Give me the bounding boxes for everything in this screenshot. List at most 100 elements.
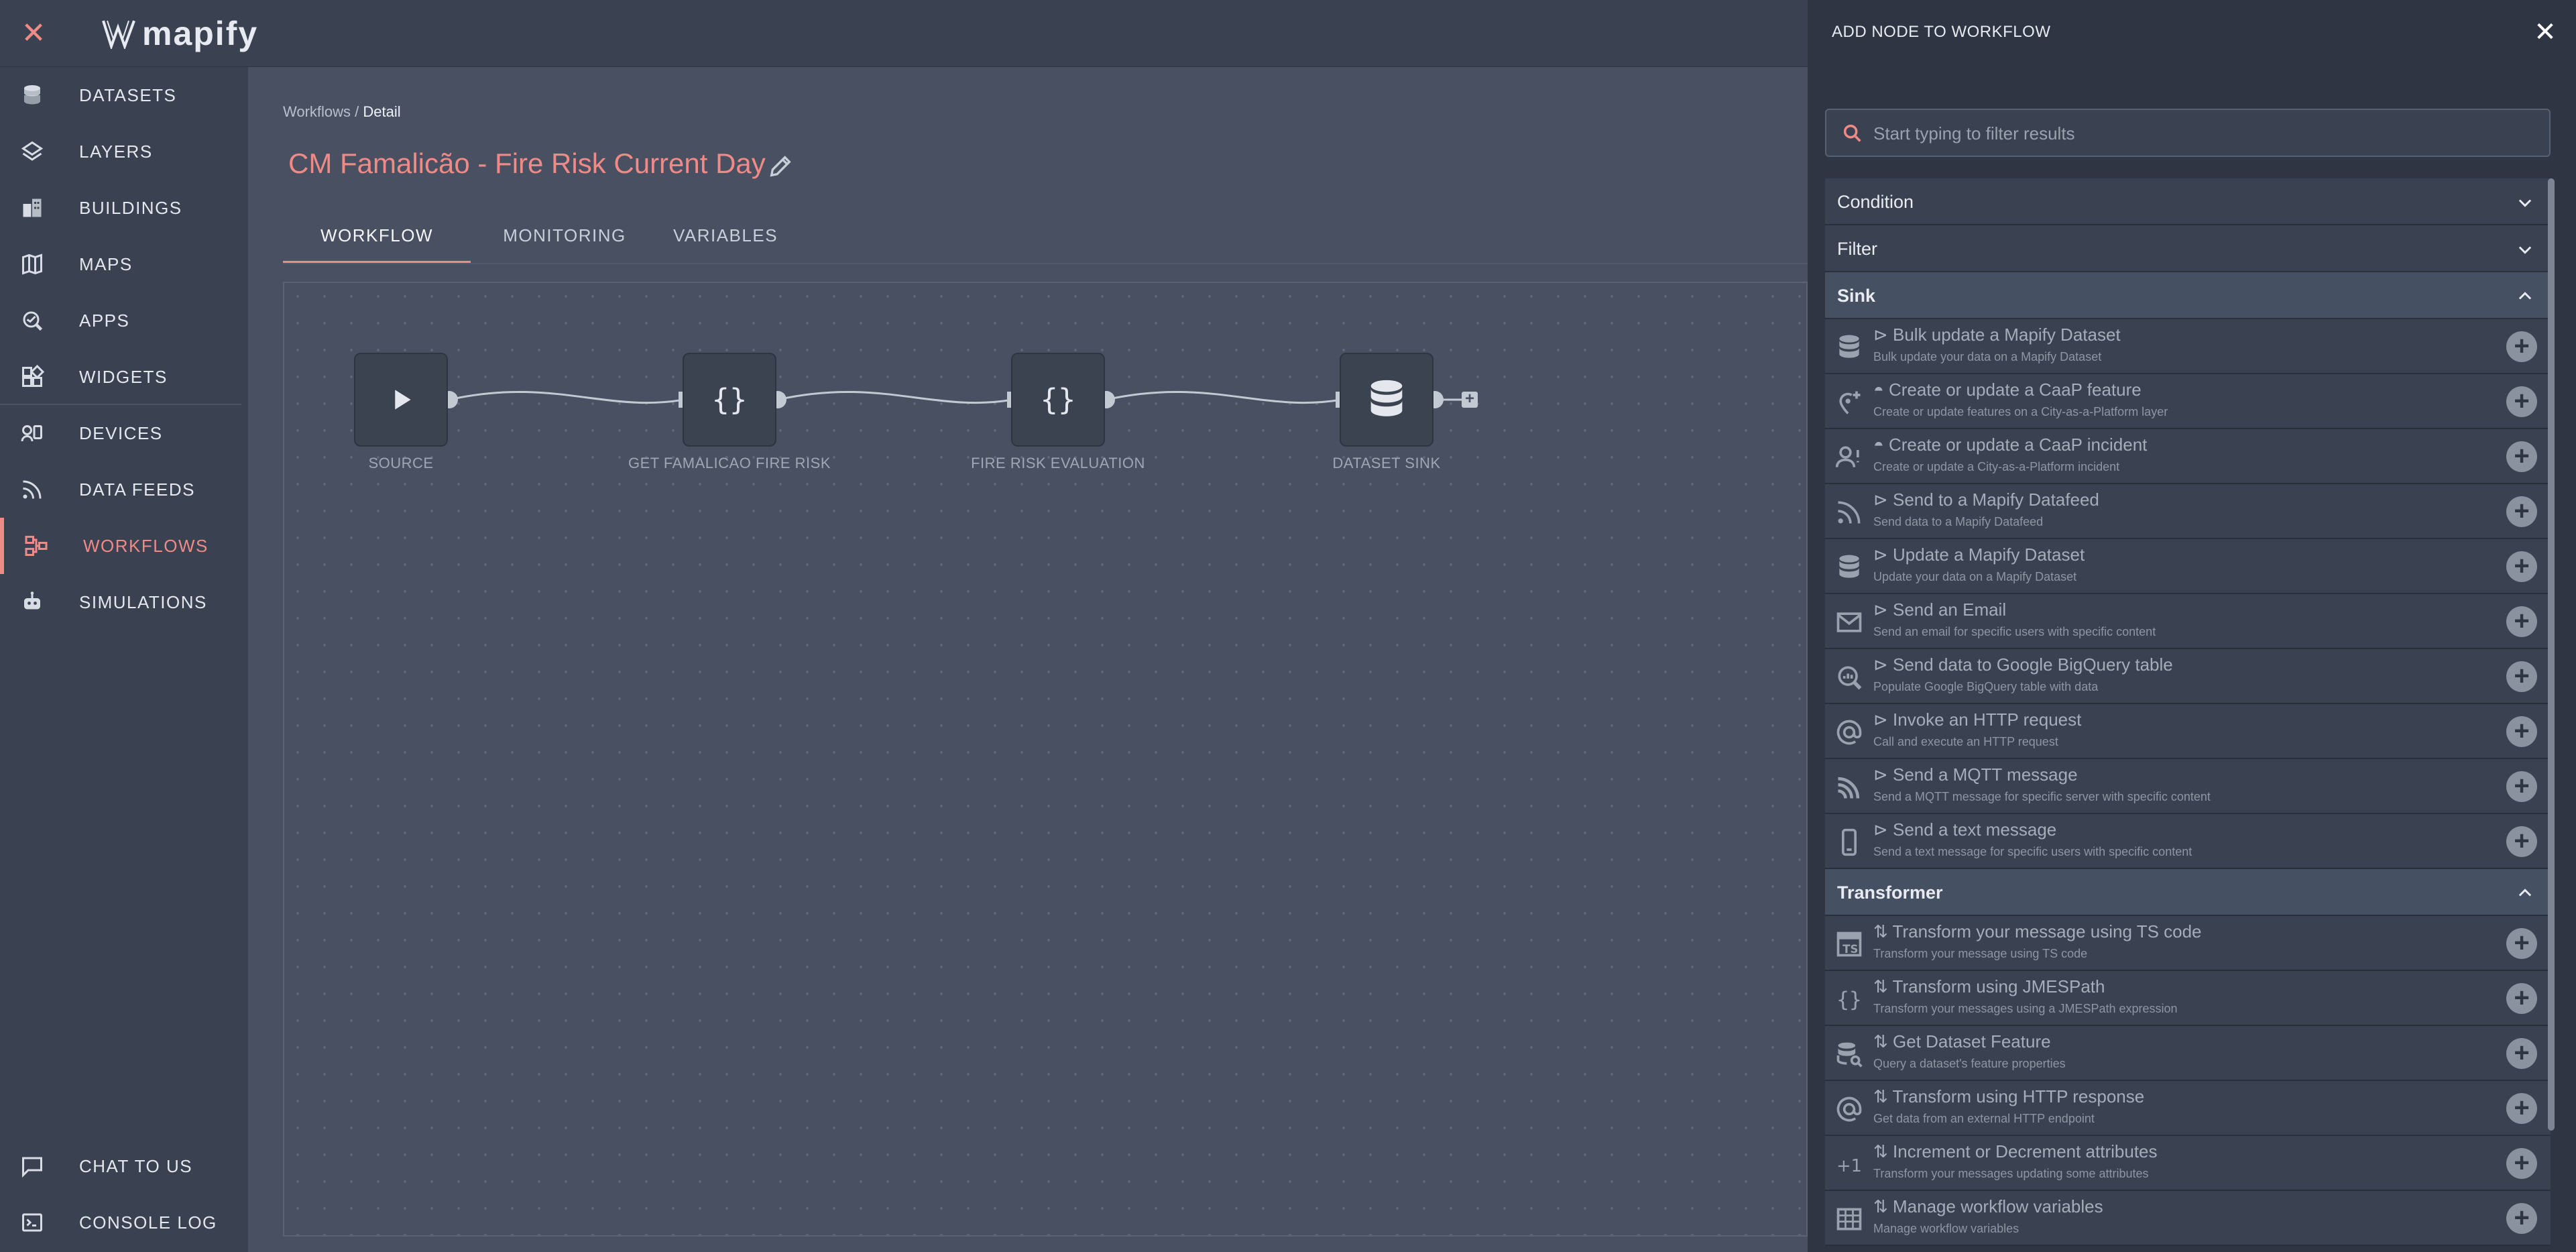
add-circle-icon[interactable]: + [2506, 983, 2537, 1014]
add-circle-icon[interactable]: + [2506, 1093, 2537, 1124]
add-circle-icon[interactable]: + [2506, 1148, 2537, 1179]
database-search-icon [1834, 1039, 1864, 1069]
add-node-handle[interactable]: + [1462, 391, 1478, 408]
node-option-description: Manage workflow variables [1873, 1222, 2019, 1235]
tab-workflow[interactable]: WORKFLOW [283, 215, 471, 264]
add-circle-icon[interactable]: + [2506, 716, 2537, 747]
panel-title: ADD NODE TO WORKFLOW [1832, 23, 2051, 41]
node-option-caap-incident[interactable]: ◓ Create or update a CaaP incident Creat… [1825, 429, 2551, 484]
node-option-bigquery[interactable]: ⊳ Send data to Google BigQuery table Pop… [1825, 649, 2551, 704]
node-option-http-request[interactable]: ⊳ Invoke an HTTP request Call and execut… [1825, 704, 2551, 759]
sidebar-item-widgets[interactable]: WIDGETS [0, 349, 248, 405]
search-input[interactable] [1873, 117, 2537, 150]
node-option-title: ⊳ Send a text message [1873, 819, 2057, 840]
sidebar-item-simulations[interactable]: SIMULATIONS [0, 574, 248, 630]
breadcrumb-separator: / [351, 103, 363, 120]
node-option-title: ⇅ Transform using HTTP response [1873, 1086, 2145, 1106]
sidebar-item-devices[interactable]: DEVICES [0, 405, 248, 461]
sidebar-item-workflows[interactable]: WORKFLOWS [0, 518, 248, 574]
sidebar-item-label: DATA FEEDS [79, 479, 195, 500]
node-option-http-response[interactable]: ⇅ Transform using HTTP response Get data… [1825, 1081, 2551, 1136]
add-circle-icon[interactable]: + [2506, 771, 2537, 802]
node-option-ts-code[interactable]: TS ⇅ Transform your message using TS cod… [1825, 916, 2551, 971]
node-option-mqtt[interactable]: ⊳ Send a MQTT message Send a MQTT messag… [1825, 759, 2551, 814]
mapify-logo[interactable]: mapify [102, 15, 258, 52]
top-bar: ✕ mapify [0, 0, 1808, 67]
workflow-node-source[interactable] [354, 353, 448, 447]
node-option-title: ⇅ Manage workflow variables [1873, 1196, 2103, 1216]
sidebar-item-buildings[interactable]: BUILDINGS [0, 180, 248, 236]
sidebar-item-label: DEVICES [79, 422, 163, 443]
add-circle-icon[interactable]: + [2506, 928, 2537, 959]
node-option-title: ⇅ Get Dataset Feature [1873, 1031, 2051, 1051]
rss-icon [20, 477, 44, 502]
node-label: SOURCE [368, 455, 434, 471]
sidebar-item-console-log[interactable]: CONSOLE LOG [0, 1194, 248, 1251]
tab-monitoring[interactable]: MONITORING [491, 215, 638, 264]
at-icon [1834, 1094, 1864, 1124]
mqtt-icon [1834, 773, 1864, 802]
tab-variables[interactable]: VARIABLES [658, 215, 793, 264]
workflow-node-dataset-sink[interactable] [1340, 353, 1433, 447]
sidebar-item-label: CONSOLE LOG [79, 1212, 217, 1233]
add-circle-icon[interactable]: + [2506, 1038, 2537, 1069]
node-option-increment-decrement[interactable]: +1 ⇅ Increment or Decrement attributes T… [1825, 1136, 2551, 1191]
category-filter[interactable]: Filter [1825, 225, 2551, 272]
at-icon [1834, 718, 1864, 747]
sidebar-item-label: APPS [79, 310, 130, 331]
node-option-bulk-update-dataset[interactable]: ⊳ Bulk update a Mapify Dataset Bulk upda… [1825, 319, 2551, 374]
braces-icon: {} [712, 383, 748, 417]
node-option-title-text: Create or update a CaaP feature [1888, 380, 2142, 400]
category-sink[interactable]: Sink [1825, 272, 2551, 319]
close-icon[interactable]: ✕ [2532, 19, 2559, 46]
add-circle-icon[interactable]: + [2506, 441, 2537, 472]
breadcrumb-current: Detail [363, 103, 401, 120]
node-option-get-dataset-feature[interactable]: ⇅ Get Dataset Feature Query a dataset's … [1825, 1026, 2551, 1081]
node-option-send-datafeed[interactable]: ⊳ Send to a Mapify Datafeed Send data to… [1825, 484, 2551, 539]
person-alert-icon [1834, 443, 1864, 472]
pencil-icon[interactable] [767, 153, 794, 180]
console-icon [20, 1210, 44, 1235]
workflow-node-get-fire-risk[interactable]: {} [683, 353, 776, 447]
node-option-text-message[interactable]: ⊳ Send a text message Send a text messag… [1825, 814, 2551, 869]
breadcrumb-parent[interactable]: Workflows [283, 103, 351, 120]
category-condition[interactable]: Condition [1825, 178, 2551, 225]
apps-icon [20, 308, 44, 333]
database-icon [1370, 380, 1403, 416]
sidebar-item-maps[interactable]: MAPS [0, 236, 248, 292]
node-option-workflow-variables[interactable]: ⇅ Manage workflow variables Manage workf… [1825, 1191, 2551, 1246]
node-option-caap-feature[interactable]: ◓ Create or update a CaaP feature Create… [1825, 374, 2551, 429]
node-option-jmespath[interactable]: {} ⇅ Transform using JMESPath Transform … [1825, 971, 2551, 1026]
workflow-canvas[interactable]: + SOURCE {} GET FAMALICAO FIRE RISK {} F… [283, 282, 1808, 1237]
node-option-description: Bulk update your data on a Mapify Datase… [1873, 350, 2102, 363]
sidebar-item-layers[interactable]: LAYERS [0, 123, 248, 180]
add-circle-icon[interactable]: + [2506, 826, 2537, 857]
node-option-description: Send a MQTT message for specific server … [1873, 790, 2211, 803]
panel-scrollbar[interactable] [2548, 178, 2555, 1131]
workflow-node-fire-risk-evaluation[interactable]: {} [1011, 353, 1105, 447]
add-circle-icon[interactable]: + [2506, 331, 2537, 362]
add-circle-icon[interactable]: + [2506, 1203, 2537, 1234]
page-title: CM Famalicão - Fire Risk Current Day [288, 148, 766, 179]
add-circle-icon[interactable]: + [2506, 606, 2537, 637]
map-icon [20, 252, 44, 276]
node-option-title: ⊳ Bulk update a Mapify Dataset [1873, 325, 2121, 345]
category-transformer[interactable]: Transformer [1825, 869, 2551, 916]
add-circle-icon[interactable]: + [2506, 661, 2537, 692]
add-circle-icon[interactable]: + [2506, 386, 2537, 417]
close-icon[interactable]: ✕ [16, 15, 51, 52]
node-option-send-email[interactable]: ⊳ Send an Email Send an email for specif… [1825, 594, 2551, 649]
node-label: DATASET SINK [1332, 455, 1441, 471]
svg-text:TS: TS [1842, 943, 1858, 956]
add-circle-icon[interactable]: + [2506, 496, 2537, 527]
add-circle-icon[interactable]: + [2506, 551, 2537, 582]
sidebar-item-chat[interactable]: CHAT TO US [0, 1138, 248, 1194]
sidebar-item-datasets[interactable]: DATASETS [0, 67, 248, 123]
sidebar-item-data-feeds[interactable]: DATA FEEDS [0, 461, 248, 518]
sidebar-item-apps[interactable]: APPS [0, 292, 248, 349]
play-icon [395, 390, 411, 410]
node-option-update-dataset[interactable]: ⊳ Update a Mapify Dataset Update your da… [1825, 539, 2551, 594]
tabs-divider [283, 263, 1808, 264]
category-label: Condition [1837, 192, 1914, 212]
chevron-down-icon [2518, 246, 2532, 254]
